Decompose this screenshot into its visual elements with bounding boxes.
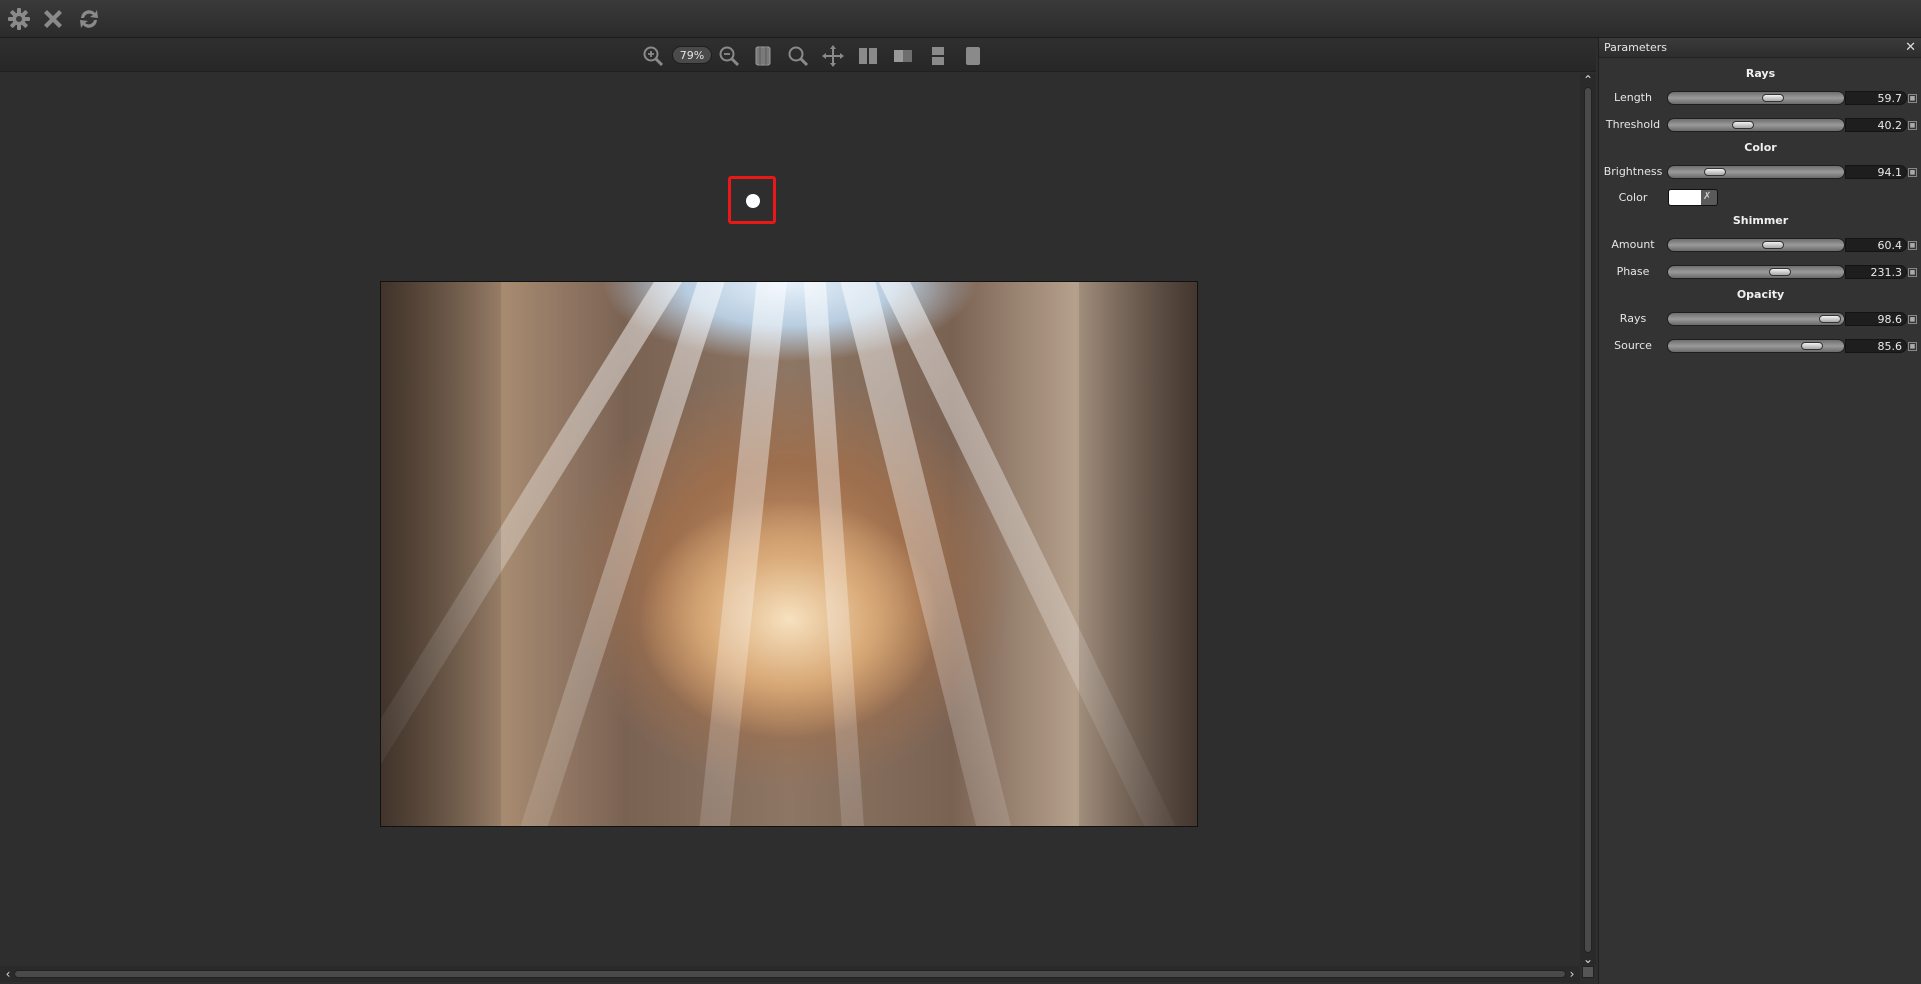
top-toolbar [0,0,1921,38]
reset-icon[interactable]: ■ [1908,241,1917,250]
param-label-phase: Phase [1616,265,1650,278]
scroll-corner [1582,966,1594,978]
slider-knob[interactable] [1703,168,1726,176]
gear-icon[interactable] [4,4,34,34]
phase-value[interactable]: 231.3 [1845,265,1907,279]
zoom-out-icon[interactable] [716,44,742,68]
workspace: 79% ⌃ ⌄ ‹ › [0,38,1596,984]
slider-knob[interactable] [1731,121,1754,129]
slider-knob[interactable] [1762,94,1785,102]
param-label-length: Length [1614,91,1652,104]
close-icon[interactable]: ✕ [1905,40,1916,55]
reset-icon[interactable]: ■ [1908,168,1917,177]
slider-knob[interactable] [1762,241,1785,249]
param-label-rays: Rays [1619,312,1647,325]
pillar-right [1079,282,1197,826]
rays-opacity-value[interactable]: 98.6 [1845,312,1907,326]
scroll-down-icon[interactable]: ⌄ [1580,952,1596,966]
reset-icon[interactable]: ■ [1908,342,1917,351]
slider-knob[interactable] [1800,342,1823,350]
color-picker[interactable]: ✗ [1668,189,1718,206]
source-opacity-value[interactable]: 85.6 [1845,339,1907,353]
reset-icon[interactable]: ■ [1908,315,1917,324]
scroll-up-icon[interactable]: ⌃ [1580,73,1596,87]
close-icon[interactable] [38,4,68,34]
param-label-color: Color [1618,191,1648,204]
section-opacity: Opacity [1736,288,1785,301]
color-dropdown-icon: ✗ [1703,191,1712,202]
split-horizontal-icon[interactable] [925,44,951,68]
reset-icon[interactable]: ■ [1908,94,1917,103]
horizontal-scrollbar[interactable]: ‹ › [0,966,1580,982]
preview-canvas[interactable] [0,73,1580,966]
split-half-icon[interactable] [890,44,916,68]
param-label-threshold: Threshold [1605,118,1661,131]
section-color: Color [1744,141,1777,154]
slider-knob[interactable] [1768,268,1791,276]
panel-header: Parameters ✕ [1599,38,1921,58]
source-point-dot [746,194,760,208]
scrollbar-thumb[interactable] [14,970,1566,978]
param-label-brightness: Brightness [1603,165,1663,178]
param-label-amount: Amount [1611,238,1655,251]
fit-icon[interactable] [750,44,776,68]
preview-image [380,281,1198,827]
ray-source-handle[interactable] [728,176,776,224]
light-ray [687,282,791,826]
magnifier-icon[interactable] [785,44,811,68]
amount-slider[interactable] [1667,238,1845,252]
section-rays: Rays [1745,67,1776,80]
phase-slider[interactable] [1667,265,1845,279]
reset-icon[interactable]: ■ [1908,121,1917,130]
threshold-value[interactable]: 40.2 [1845,118,1907,132]
slider-knob[interactable] [1819,315,1842,323]
vertical-scrollbar[interactable]: ⌃ ⌄ [1580,73,1596,966]
length-value[interactable]: 59.7 [1845,91,1907,105]
length-slider[interactable] [1667,91,1845,105]
section-shimmer: Shimmer [1732,214,1789,227]
panel-title: Parameters [1604,41,1667,54]
scroll-right-icon[interactable]: › [1564,967,1580,981]
zoom-in-icon[interactable] [640,44,666,68]
view-toolbar: 79% [0,38,1596,72]
zoom-level: 79% [672,46,712,64]
split-vertical-icon[interactable] [855,44,881,68]
brightness-value[interactable]: 94.1 [1845,165,1907,179]
single-view-icon[interactable] [960,44,986,68]
rays-opacity-slider[interactable] [1667,312,1845,326]
source-opacity-slider[interactable] [1667,339,1845,353]
reset-icon[interactable]: ■ [1908,268,1917,277]
param-label-source: Source [1614,339,1652,352]
scrollbar-thumb[interactable] [1584,87,1592,953]
pan-icon[interactable] [820,44,846,68]
brightness-slider[interactable] [1667,165,1845,179]
refresh-icon[interactable] [74,4,104,34]
parameters-panel: Parameters ✕ Rays Length 59.7 ■ Threshol… [1598,38,1921,984]
amount-value[interactable]: 60.4 [1845,238,1907,252]
threshold-slider[interactable] [1667,118,1845,132]
pillar-left [381,282,501,826]
